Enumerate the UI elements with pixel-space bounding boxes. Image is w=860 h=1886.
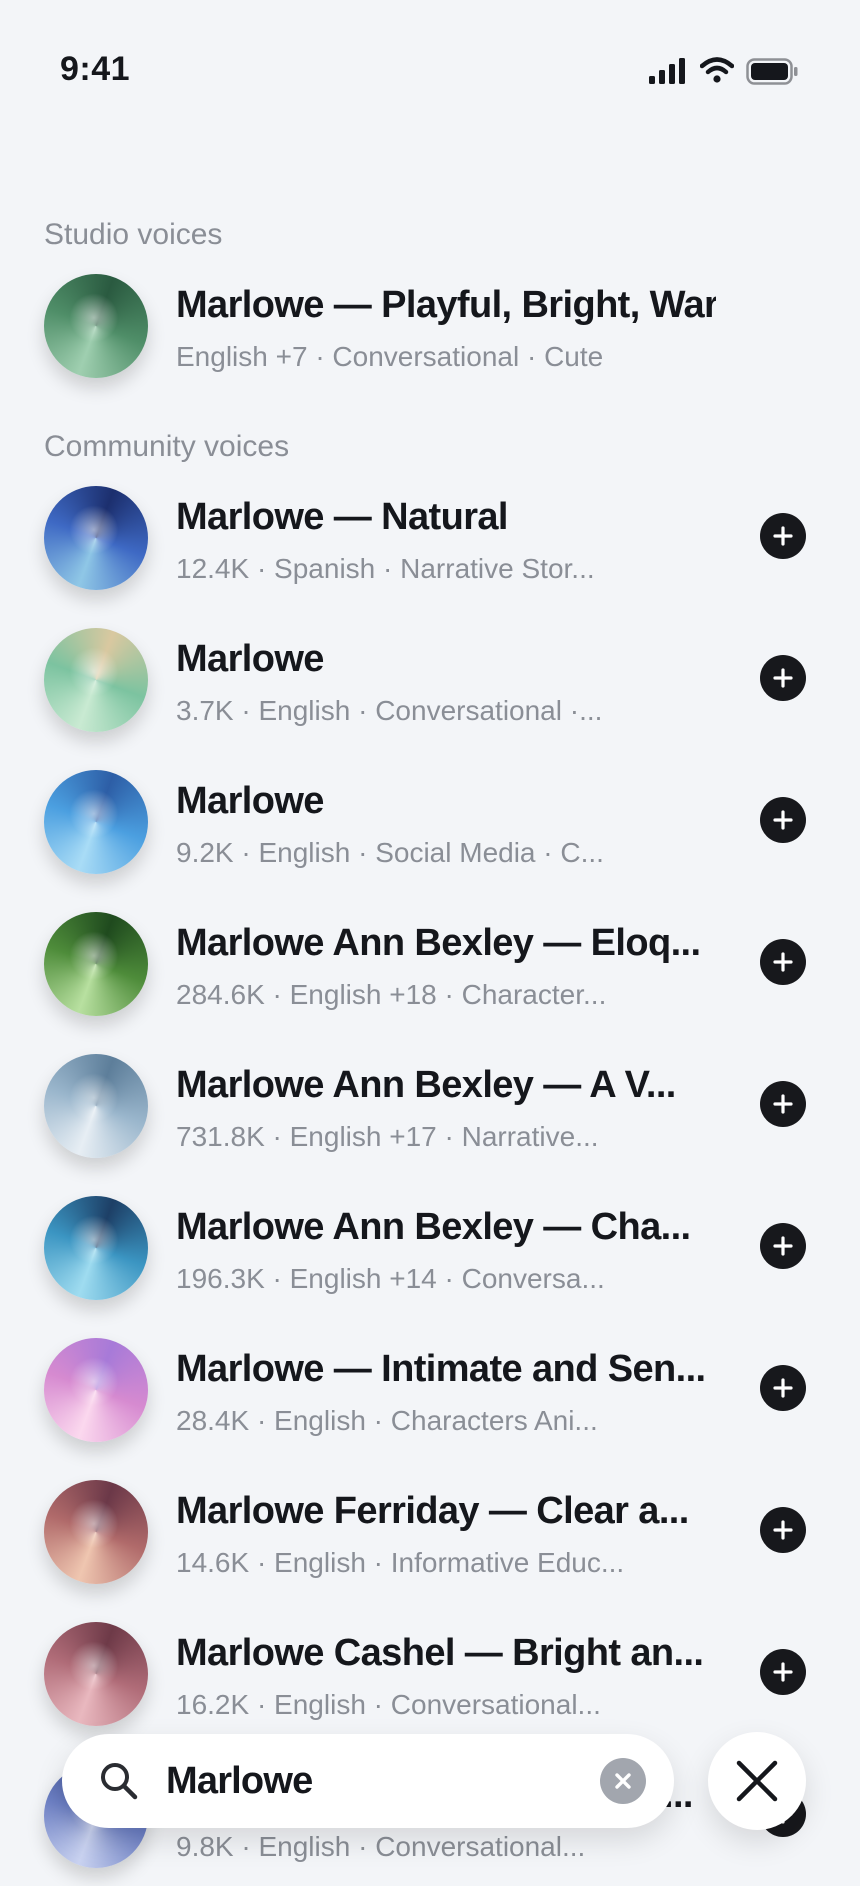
voice-avatar xyxy=(44,1196,148,1300)
voice-avatar xyxy=(44,770,148,874)
voice-meta: 284.6K · English +18 · Character... xyxy=(176,979,607,1010)
voice-name: Marlowe Ferriday — Clear a... xyxy=(176,1490,689,1532)
voice-meta: 16.2K · English · Conversational... xyxy=(176,1689,601,1720)
studio-voice-row[interactable]: Marlowe — Playful, Bright, Warm English +… xyxy=(0,254,860,396)
add-voice-button[interactable] xyxy=(760,797,806,843)
voice-name: Marlowe xyxy=(176,638,324,680)
voice-meta: 9.2K · English · Social Media · C... xyxy=(176,837,604,868)
voice-avatar xyxy=(44,486,148,590)
community-voice-row[interactable]: Marlowe Ann Bexley — Cha... 196.3K · Engl… xyxy=(0,1176,860,1318)
community-voice-row[interactable]: Marlowe 3.7K · English · Conversational ·… xyxy=(0,608,860,750)
status-bar: 9:41 xyxy=(0,0,860,150)
voice-name: Marlowe Ann Bexley — A V... xyxy=(176,1064,676,1106)
voice-meta: 12.4K · Spanish · Narrative Stor... xyxy=(176,553,595,584)
voice-avatar xyxy=(44,912,148,1016)
add-voice-button[interactable] xyxy=(760,1223,806,1269)
community-voice-row[interactable]: Marlowe — Natural 12.4K · Spanish · Narra… xyxy=(0,466,860,608)
cellular-signal-icon xyxy=(649,58,685,84)
plus-icon xyxy=(773,526,793,546)
voice-avatar xyxy=(44,1338,148,1442)
voice-avatar xyxy=(44,1054,148,1158)
plus-icon xyxy=(773,1094,793,1114)
voice-avatar xyxy=(44,1480,148,1584)
plus-icon xyxy=(773,952,793,972)
status-time: 9:41 xyxy=(60,50,131,88)
plus-icon xyxy=(773,1662,793,1682)
plus-icon xyxy=(773,1378,793,1398)
community-voices-heading: Community voices xyxy=(44,430,290,463)
search-input[interactable] xyxy=(166,1752,546,1810)
add-voice-button[interactable] xyxy=(760,939,806,985)
voice-avatar xyxy=(44,274,148,378)
plus-icon xyxy=(773,1520,793,1540)
add-voice-button[interactable] xyxy=(760,1081,806,1127)
voice-meta: 3.7K · English · Conversational ·... xyxy=(176,695,603,726)
studio-voices-heading: Studio voices xyxy=(44,218,223,251)
close-search-button[interactable] xyxy=(708,1732,806,1830)
community-voice-row[interactable]: Marlowe 9.2K · English · Social Media · C… xyxy=(0,750,860,892)
add-voice-button[interactable] xyxy=(760,1649,806,1695)
voice-name: Marlowe Cashel — Bright an... xyxy=(176,1632,704,1674)
voice-name: Marlowe xyxy=(176,780,324,822)
add-voice-button[interactable] xyxy=(760,655,806,701)
search-icon xyxy=(101,1763,138,1800)
community-voice-row[interactable]: Marlowe Ferriday — Clear a... 14.6K · Eng… xyxy=(0,1460,860,1602)
community-voice-row[interactable]: Marlowe Ann Bexley — Eloq... 284.6K · Eng… xyxy=(0,892,860,1034)
voice-name: Marlowe — Intimate and Sen... xyxy=(176,1348,706,1390)
wifi-icon xyxy=(700,57,734,83)
search-bar xyxy=(62,1734,674,1828)
battery-icon xyxy=(746,58,798,85)
voice-name: Marlowe — Natural xyxy=(176,496,508,538)
add-voice-button[interactable] xyxy=(760,1507,806,1553)
voice-meta: 28.4K · English · Characters Ani... xyxy=(176,1405,598,1436)
plus-icon xyxy=(773,668,793,688)
community-voice-row[interactable]: Marlowe Cashel — Bright an... 16.2K · Eng… xyxy=(0,1602,860,1744)
voice-name: Marlowe Ann Bexley — Cha... xyxy=(176,1206,691,1248)
plus-icon xyxy=(773,810,793,830)
voice-meta: 196.3K · English +14 · Conversa... xyxy=(176,1263,605,1294)
community-voice-row[interactable]: Marlowe — Intimate and Sen... 28.4K · Eng… xyxy=(0,1318,860,1460)
plus-icon xyxy=(773,1236,793,1256)
voice-meta: 731.8K · English +17 · Narrative... xyxy=(176,1121,599,1152)
voice-avatar xyxy=(44,628,148,732)
voice-name: Marlowe Ann Bexley — Eloq... xyxy=(176,922,701,964)
voice-meta: English +7 · Conversational · Cute xyxy=(176,341,604,372)
voice-name: Marlowe — Playful, Bright, Warm xyxy=(176,284,716,326)
clear-search-button[interactable] xyxy=(600,1758,646,1804)
voice-avatar xyxy=(44,1622,148,1726)
close-icon xyxy=(736,1760,778,1802)
add-voice-button[interactable] xyxy=(760,513,806,559)
voice-meta: 14.6K · English · Informative Educ... xyxy=(176,1547,625,1578)
add-voice-button[interactable] xyxy=(760,1365,806,1411)
community-voice-row[interactable]: Marlowe Ann Bexley — A V... 731.8K · Engl… xyxy=(0,1034,860,1176)
clear-icon xyxy=(615,1773,631,1789)
voice-meta: 9.8K · English · Conversational... xyxy=(176,1831,586,1862)
